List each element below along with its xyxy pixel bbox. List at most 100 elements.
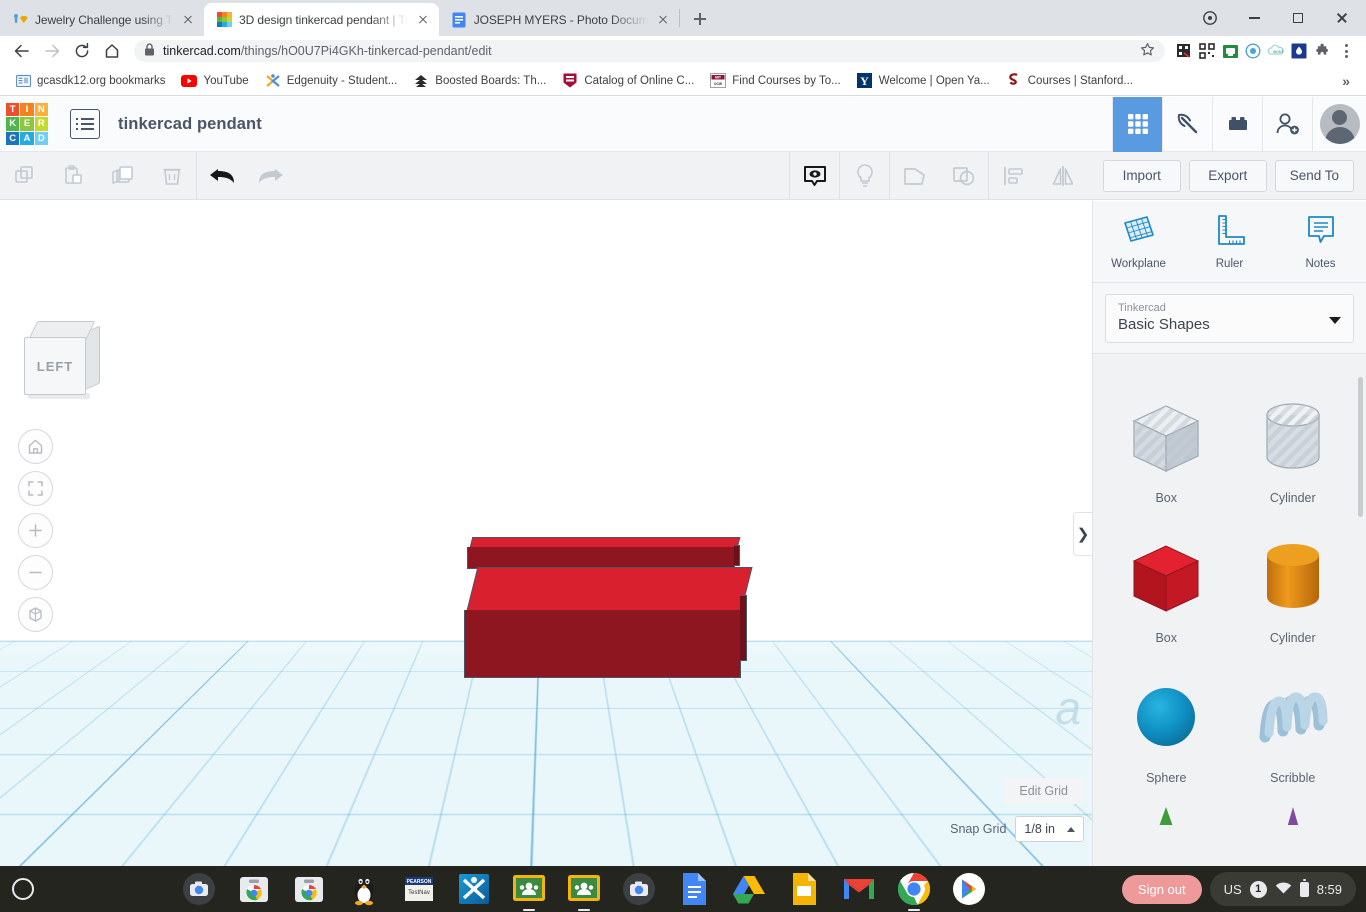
- view-cube[interactable]: LEFT: [18, 319, 106, 399]
- copy-icon[interactable]: [0, 152, 49, 200]
- chrome-app-icon[interactable]: [235, 870, 273, 908]
- visibility-icon[interactable]: [790, 152, 839, 200]
- gmail-icon[interactable]: [840, 870, 878, 908]
- import-button[interactable]: Import: [1103, 160, 1181, 192]
- export-button[interactable]: Export: [1189, 160, 1267, 192]
- view-cube-front-face[interactable]: LEFT: [24, 337, 86, 395]
- edgenuity-app-icon[interactable]: [455, 870, 493, 908]
- shape-item-scribble[interactable]: Scribble: [1230, 665, 1357, 795]
- shape-item-partial-purple[interactable]: [1230, 805, 1357, 825]
- group-icon[interactable]: [890, 152, 939, 200]
- shape-item-cylinder-hole[interactable]: Cylinder: [1230, 385, 1357, 515]
- fit-to-view-icon[interactable]: [18, 471, 53, 506]
- home-button[interactable]: [98, 37, 126, 65]
- blue-circle-icon[interactable]: [1242, 40, 1264, 62]
- pearson-testnav-icon[interactable]: PEARSON TestNav: [400, 870, 438, 908]
- bookmark-item[interactable]: YouTube: [174, 70, 255, 92]
- word-cloud-icon[interactable]: word: [1265, 40, 1287, 62]
- send-to-button[interactable]: Send To: [1275, 160, 1354, 192]
- workplane-tool[interactable]: Workplane: [1093, 201, 1184, 282]
- pendant-base[interactable]: [462, 567, 752, 757]
- gallery-scrollbar[interactable]: [1358, 377, 1363, 517]
- camera-icon-2[interactable]: [620, 870, 658, 908]
- launcher-icon[interactable]: [0, 878, 46, 900]
- browser-tab[interactable]: JOSEPH MYERS - Photo Docume: [439, 3, 679, 36]
- blue-drop-icon[interactable]: [1288, 40, 1310, 62]
- lightbulb-icon[interactable]: [840, 152, 889, 200]
- google-classroom-icon-2[interactable]: [565, 870, 603, 908]
- undo-icon[interactable]: [197, 152, 246, 200]
- chrome-app-icon-2[interactable]: [290, 870, 328, 908]
- play-store-icon[interactable]: [950, 870, 988, 908]
- green-doc-icon[interactable]: [1219, 40, 1241, 62]
- home-view-icon[interactable]: [18, 429, 53, 464]
- browser-tab-active[interactable]: 3D design tinkercad pendant | Ti: [204, 3, 439, 36]
- align-icon[interactable]: [989, 152, 1038, 200]
- shape-library-selector[interactable]: Tinkercad Basic Shapes: [1105, 294, 1354, 343]
- bookmark-item[interactable]: Edgenuity - Student...: [258, 70, 405, 92]
- google-drive-icon[interactable]: [730, 870, 768, 908]
- bookmark-item[interactable]: Y Welcome | Open Ya...: [850, 70, 997, 92]
- close-icon[interactable]: [180, 12, 196, 28]
- chrome-icon[interactable]: [895, 870, 933, 908]
- ungroup-icon[interactable]: [939, 152, 988, 200]
- tinkercad-logo[interactable]: T I N K E R C A D: [6, 103, 48, 145]
- snap-grid-select[interactable]: 1/8 in: [1015, 816, 1084, 842]
- status-tray[interactable]: US 1 8:59: [1210, 872, 1356, 906]
- perspective-toggle-icon[interactable]: [18, 597, 53, 632]
- add-user-icon[interactable]: [1262, 97, 1312, 152]
- edit-grid-button[interactable]: Edit Grid: [1003, 778, 1084, 804]
- google-classroom-icon[interactable]: [510, 870, 548, 908]
- panel-collapse-button[interactable]: ❯: [1073, 512, 1092, 556]
- forward-button[interactable]: [38, 37, 66, 65]
- close-icon[interactable]: [655, 12, 671, 28]
- shape-item-partial-green[interactable]: [1103, 805, 1230, 825]
- shape-gallery[interactable]: Box Cylinder Box Cylinder Sphere Scribbl…: [1093, 371, 1366, 866]
- project-list-icon[interactable]: [70, 109, 100, 139]
- avatar[interactable]: [1312, 97, 1366, 152]
- maximize-button[interactable]: [1276, 1, 1320, 35]
- address-bar[interactable]: tinkercad.com/things/hO0U7Pi4GKh-tinkerc…: [134, 40, 1165, 62]
- chrome-menu-button[interactable]: [1334, 39, 1358, 63]
- google-docs-icon[interactable]: [675, 870, 713, 908]
- shape-item-box-hole[interactable]: Box: [1103, 385, 1230, 515]
- camera-icon[interactable]: [180, 870, 218, 908]
- paste-icon[interactable]: [49, 152, 98, 200]
- close-icon[interactable]: [415, 12, 431, 28]
- reload-button[interactable]: [68, 37, 96, 65]
- close-window-button[interactable]: [1320, 1, 1364, 35]
- ruler-tool[interactable]: Ruler: [1184, 201, 1275, 282]
- zoom-out-icon[interactable]: [18, 555, 53, 590]
- chrome-profile-extra-icon[interactable]: [1188, 1, 1232, 35]
- back-button[interactable]: [8, 37, 36, 65]
- delete-icon[interactable]: [147, 152, 196, 200]
- bookmark-item[interactable]: Catalog of Online C...: [555, 70, 701, 92]
- mirror-icon[interactable]: [1038, 152, 1087, 200]
- puzzle-icon[interactable]: [1311, 40, 1333, 62]
- minimize-button[interactable]: [1232, 1, 1276, 35]
- zoom-in-icon[interactable]: [18, 513, 53, 548]
- bookmark-item[interactable]: Courses | Stanford...: [999, 70, 1140, 92]
- notes-tool[interactable]: Notes: [1275, 201, 1366, 282]
- lego-brick-icon[interactable]: [1212, 97, 1262, 152]
- bookmark-star-icon[interactable]: [1140, 42, 1155, 60]
- redo-icon[interactable]: [246, 152, 295, 200]
- 3d-canvas[interactable]: a LEFT Edit Grid Snap Grid 1/8 in: [0, 201, 1092, 866]
- browser-tab[interactable]: Jewelry Challenge using T: [0, 3, 204, 36]
- pickaxe-icon[interactable]: [1162, 97, 1212, 152]
- bookmarks-overflow-button[interactable]: »: [1334, 73, 1358, 89]
- bookmark-item[interactable]: MIT OCW Find Courses by To...: [703, 70, 847, 92]
- grid-view-icon[interactable]: [1112, 97, 1162, 152]
- linux-terminal-icon[interactable]: [345, 870, 383, 908]
- duplicate-icon[interactable]: [98, 152, 147, 200]
- new-tab-button[interactable]: [686, 5, 714, 33]
- shape-item-cylinder-solid[interactable]: Cylinder: [1230, 525, 1357, 655]
- shape-item-box-solid[interactable]: Box: [1103, 525, 1230, 655]
- google-slides-icon[interactable]: [785, 870, 823, 908]
- qr-scan-icon[interactable]: [1173, 40, 1195, 62]
- bookmark-item[interactable]: Boosted Boards: Th...: [406, 70, 553, 92]
- qr-code-icon[interactable]: [1196, 40, 1218, 62]
- bookmark-item[interactable]: gcasdk12.org bookmarks: [8, 70, 172, 92]
- sign-out-button[interactable]: Sign out: [1122, 875, 1202, 904]
- shape-item-sphere[interactable]: Sphere: [1103, 665, 1230, 795]
